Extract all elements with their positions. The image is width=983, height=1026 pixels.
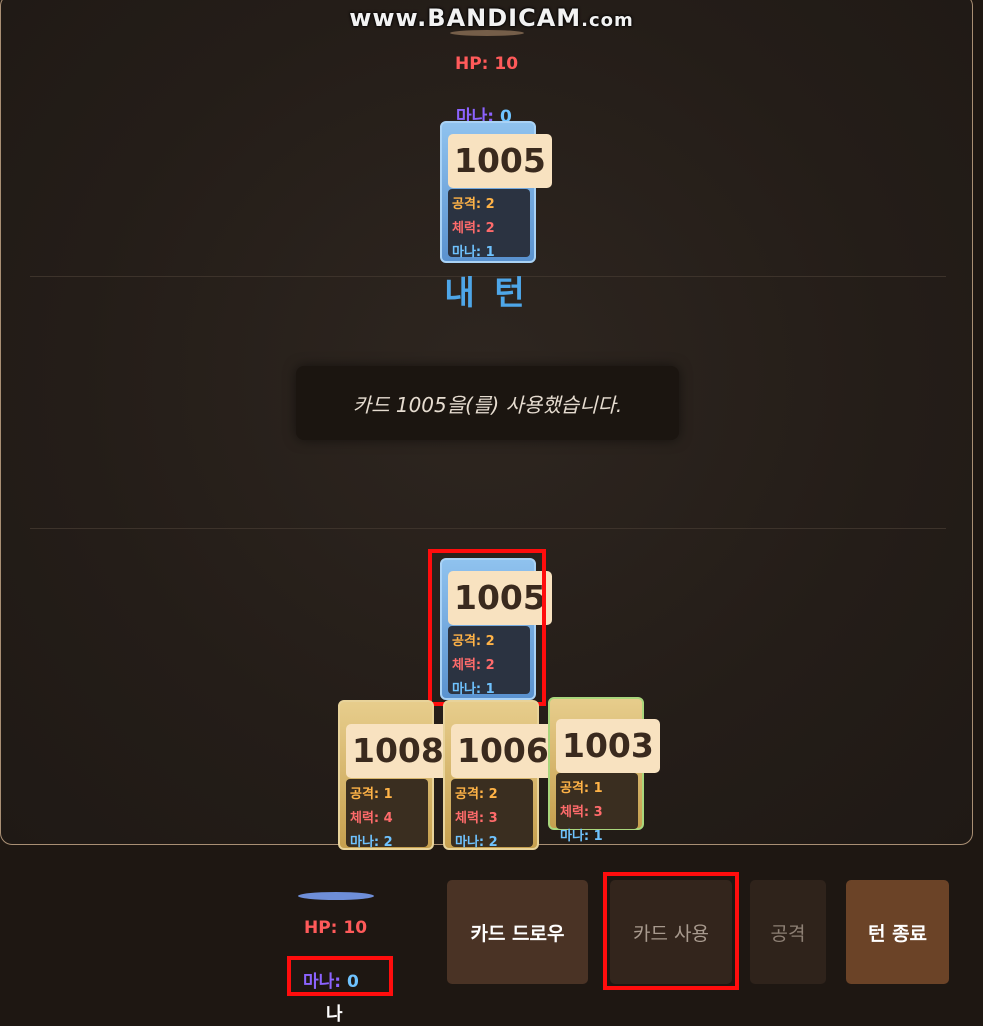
opponent-avatar-bar: [450, 30, 524, 36]
player-avatar-bar: [298, 892, 374, 900]
attack-button[interactable]: 공격: [750, 880, 826, 984]
draw-card-button[interactable]: 카드 드로우: [447, 880, 588, 984]
opponent-field-card[interactable]: 1005 공격: 2 체력: 2 마나: 1: [440, 121, 552, 263]
card-stats: 공격: 1 체력: 4 마나: 2: [346, 779, 428, 850]
watermark: www.BANDICAM.com: [349, 4, 634, 32]
hand-card[interactable]: 1008 공격: 1 체력: 4 마나: 2: [338, 700, 450, 850]
highlight-field-card: [428, 549, 546, 706]
card-id: 1006: [451, 724, 555, 778]
hand-card[interactable]: 1006 공격: 2 체력: 3 마나: 2: [443, 700, 555, 850]
end-turn-button[interactable]: 턴 종료: [846, 880, 949, 984]
turn-indicator: 내 턴: [444, 273, 529, 312]
card-id: 1008: [346, 724, 450, 778]
card-stats: 공격: 2 체력: 3 마나: 2: [451, 779, 533, 850]
opponent-hp: HP: 10: [455, 54, 519, 74]
card-id: 1003: [556, 719, 660, 773]
player-name: 나: [326, 1004, 343, 1025]
highlight-use-card-button: [603, 872, 739, 990]
card-stats: 공격: 2 체력: 2 마나: 1: [448, 189, 530, 260]
highlight-player-mana: [287, 956, 393, 996]
log-message: 카드 1005을(를) 사용했습니다.: [296, 366, 679, 440]
hand-card[interactable]: 1003 공격: 1 체력: 3 마나: 1: [548, 697, 660, 844]
field-divider-bottom: [30, 528, 946, 529]
card-stats: 공격: 1 체력: 3 마나: 1: [556, 773, 638, 844]
player-hp: HP: 10: [304, 918, 368, 938]
card-id: 1005: [448, 134, 552, 188]
